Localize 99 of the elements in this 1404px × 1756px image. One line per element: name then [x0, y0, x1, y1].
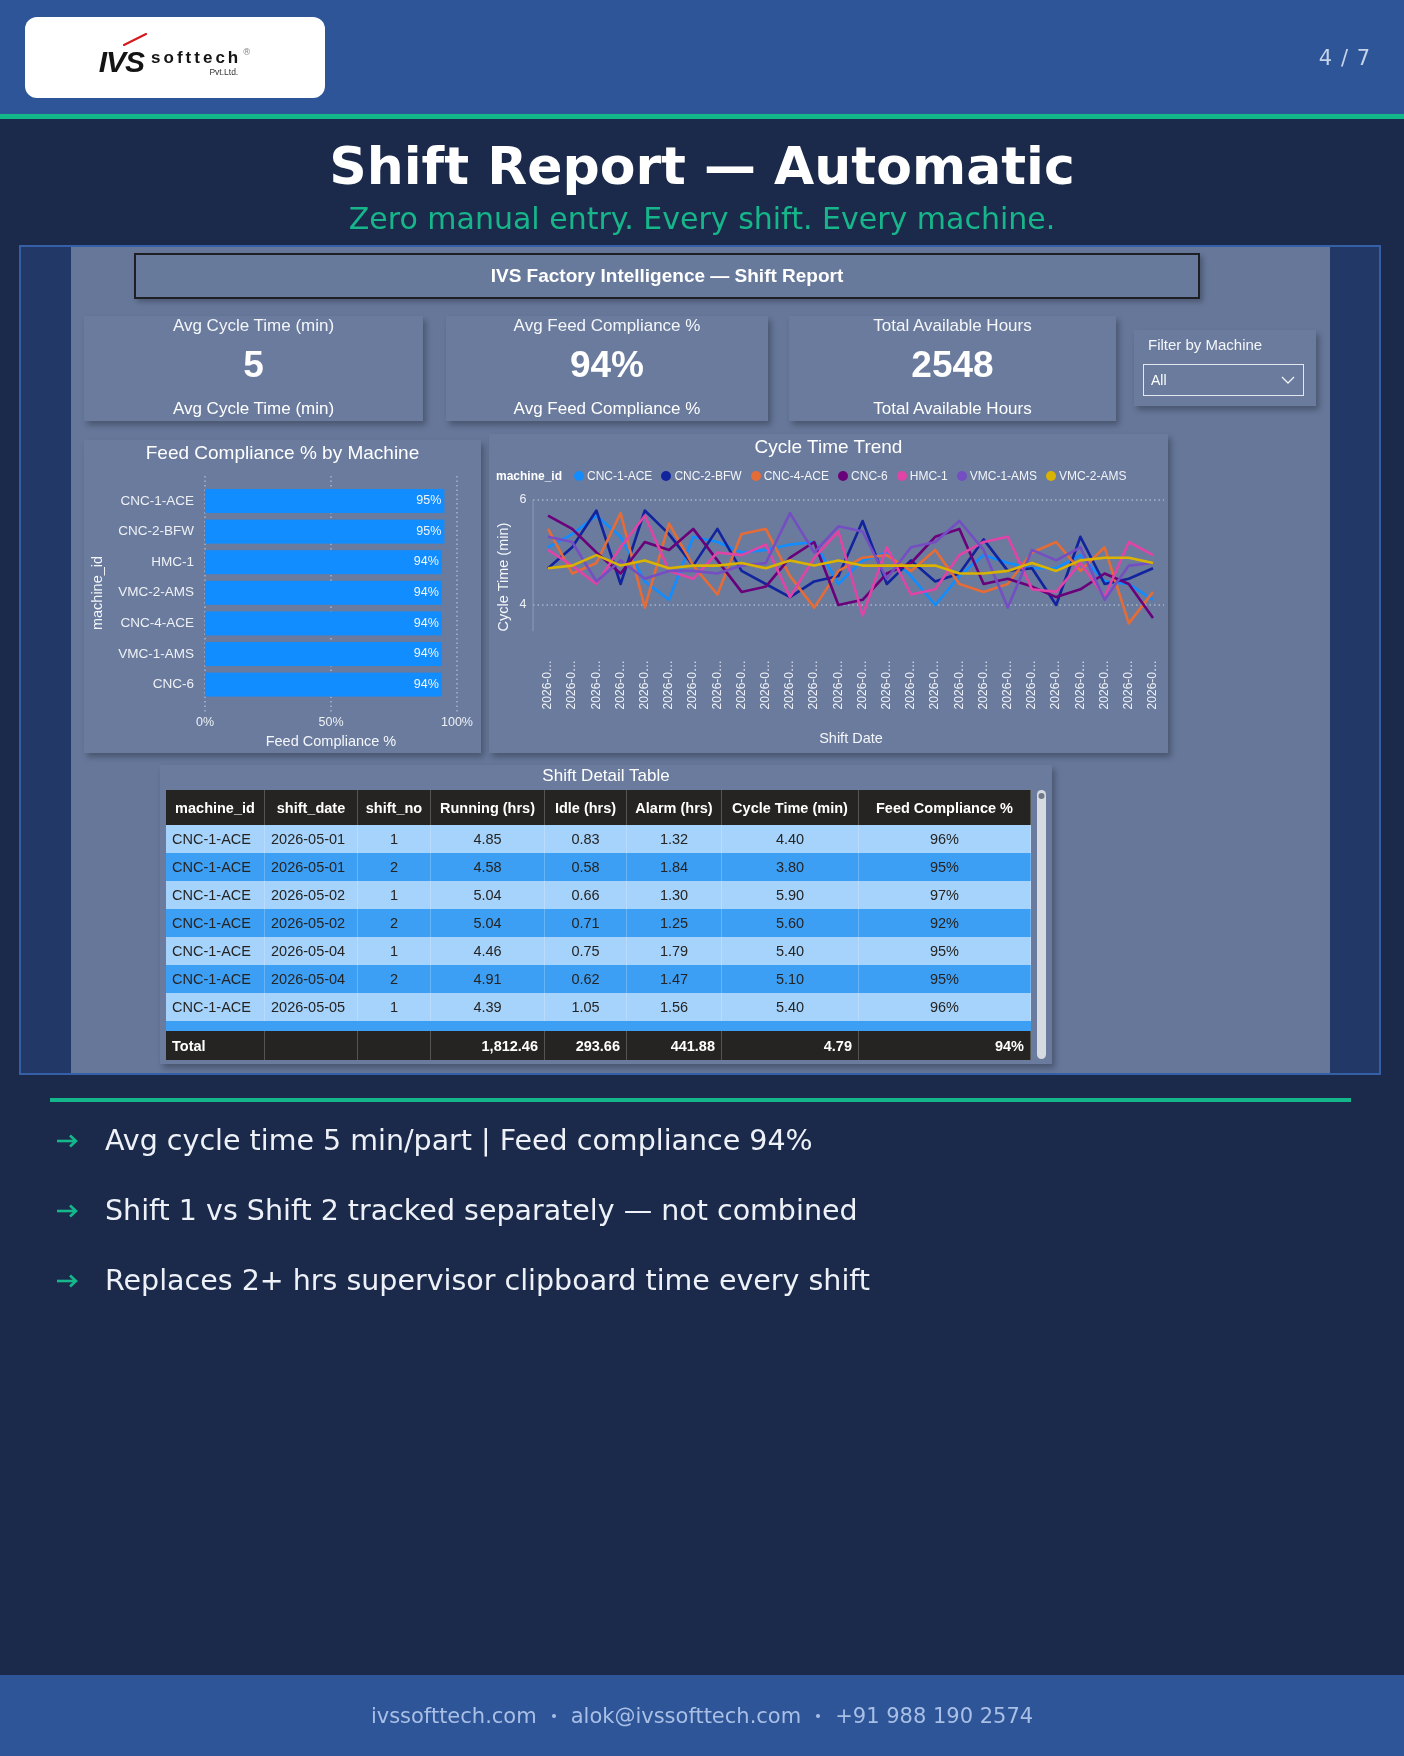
logo-wordmark: softtech — [151, 48, 242, 67]
axis-tick-label: 2026-0… — [685, 660, 700, 710]
axis-title: machine_id — [88, 555, 105, 631]
kpi-value: 94% — [569, 344, 645, 386]
axis-tick-label: 2026-0… — [782, 660, 797, 710]
total-cell: 293.66 — [545, 1031, 627, 1060]
axis-tick-label: 4 — [519, 597, 527, 612]
filter-label: Filter by Machine — [1148, 336, 1263, 354]
chevron-down-icon — [1281, 376, 1295, 384]
category-label: HMC-1 — [151, 553, 194, 569]
axis-tick-label: 2026-0… — [951, 660, 966, 710]
axis-tick-label: 2026-0… — [588, 660, 603, 710]
axis-title: Feed Compliance % — [265, 732, 397, 749]
page-number: 4 / 7 — [1318, 45, 1371, 71]
axis-tick-label: 2026-0… — [540, 660, 555, 710]
separator-dot-icon — [816, 1713, 821, 1718]
legend-label: CNC-4-ACE — [763, 469, 830, 483]
category-label: VMC-2-AMS — [118, 584, 194, 600]
kpi-title: Avg Cycle Time (min) — [172, 316, 335, 336]
kpi-caption: Avg Feed Compliance % — [513, 399, 701, 419]
axis-tick-label: 2026-0… — [830, 660, 845, 710]
slide-title: Shift Report — Automatic — [329, 138, 1075, 194]
machine-dropdown[interactable]: All — [1143, 364, 1304, 396]
total-cell: 94% — [859, 1031, 1031, 1060]
axis-tick-label: 6 — [519, 492, 527, 507]
axis-title: Cycle Time (min) — [494, 522, 511, 632]
axis-tick-label: 2026-0… — [999, 660, 1014, 710]
arrow-right-icon — [56, 1274, 78, 1288]
category-label: CNC-6 — [152, 676, 194, 692]
contact-text: +91 988 190 2574 — [835, 1703, 1034, 1728]
axis-tick-label: 2026-0… — [1120, 660, 1135, 710]
axis-tick-label: 2026-0… — [975, 660, 990, 710]
kpi-title: Avg Feed Compliance % — [513, 316, 701, 336]
axis-tick-label: 2026-0… — [878, 660, 893, 710]
bar-value-label: 94% — [413, 585, 439, 600]
swoosh-icon — [122, 32, 147, 46]
axis-tick-label: 2026-0… — [757, 660, 772, 710]
total-cell: 441.88 — [627, 1031, 722, 1060]
axis-tick-label: 2026-0… — [927, 660, 942, 710]
kpi-caption: Avg Cycle Time (min) — [172, 399, 335, 419]
bullet-text: Shift 1 vs Shift 2 tracked separately — not combined — [105, 1193, 858, 1229]
legend-label: CNC-1-ACE — [587, 469, 653, 483]
bar-value-label: 95% — [416, 493, 442, 508]
total-cell: 4.79 — [722, 1031, 859, 1060]
total-label: Total — [166, 1031, 265, 1060]
kpi-value: 5 — [243, 344, 264, 386]
bar-value-label: 94% — [413, 646, 439, 661]
contact-text: ivssofttech.com — [370, 1703, 537, 1728]
bullet-text: Replaces 2+ hrs supervisor clipboard time every shift — [105, 1263, 871, 1299]
axis-tick-label: 0% — [195, 715, 215, 730]
kpi-caption: Total Available Hours — [873, 399, 1032, 419]
legend-label: CNC-6 — [851, 469, 888, 483]
axis-tick-label: 2026-0… — [1145, 660, 1160, 710]
kpi-title: Total Available Hours — [873, 316, 1032, 336]
axis-tick-label: 2026-0… — [903, 660, 918, 710]
axis-tick-label: 100% — [441, 715, 473, 730]
logo-mark: IVS — [98, 46, 145, 77]
chart-title: Cycle Time Trend — [754, 435, 903, 459]
separator-dot-icon — [551, 1713, 556, 1718]
arrow-right-icon — [56, 1204, 78, 1218]
axis-tick-label: 2026-0… — [1072, 660, 1087, 710]
category-label: CNC-2-BFW — [118, 523, 194, 539]
scrollbar[interactable] — [1037, 790, 1046, 1059]
slide-subtitle: Zero manual entry. Every shift. Every machine. — [348, 202, 1056, 236]
legend-label: CNC-2-BFW — [674, 469, 742, 483]
legend-label: VMC-1-AMS — [969, 469, 1038, 483]
axis-tick-label: 2026-0… — [733, 660, 748, 710]
axis-tick-label: 50% — [318, 715, 344, 730]
axis-tick-label: 2026-0… — [564, 660, 579, 710]
legend-title: machine_id — [496, 469, 563, 483]
report-title: IVS Factory Intelligence — Shift Report — [134, 253, 1200, 299]
axis-tick-label: 2026-0… — [661, 660, 676, 710]
contact-text: alok@ivssofttech.com — [570, 1703, 802, 1728]
axis-tick-label: 2026-0… — [1096, 660, 1111, 710]
category-label: VMC-1-AMS — [118, 645, 194, 661]
logo-suffix: Pvt.Ltd. — [209, 66, 239, 77]
legend-label: VMC-2-AMS — [1059, 469, 1127, 483]
bar-value-label: 94% — [413, 615, 439, 630]
category-label: CNC-1-ACE — [120, 492, 194, 508]
bar-value-label: 94% — [413, 676, 439, 691]
arrow-right-icon — [56, 1134, 78, 1148]
axis-tick-label: 2026-0… — [806, 660, 821, 710]
total-cell: 1,812.46 — [431, 1031, 545, 1060]
axis-tick-label: 2026-0… — [636, 660, 651, 710]
axis-tick-label: 2026-0… — [612, 660, 627, 710]
axis-tick-label: 2026-0… — [1048, 660, 1063, 710]
axis-tick-label: 2026-0… — [1024, 660, 1039, 710]
axis-tick-label: 2026-0… — [709, 660, 724, 710]
chart-title: Feed Compliance % by Machine — [145, 441, 420, 465]
table-title: Shift Detail Table — [542, 765, 670, 787]
axis-tick-label: 2026-0… — [854, 660, 869, 710]
bullet-text: Avg cycle time 5 min/part | Feed compliance 94% — [105, 1123, 813, 1159]
category-label: CNC-4-ACE — [120, 614, 194, 630]
axis-title: Shift Date — [819, 729, 883, 746]
kpi-value: 2548 — [911, 344, 994, 386]
bar-value-label: 94% — [413, 554, 439, 569]
legend-label: HMC-1 — [909, 469, 948, 483]
registered-mark: ® — [242, 46, 252, 57]
bar-value-label: 95% — [416, 523, 442, 538]
